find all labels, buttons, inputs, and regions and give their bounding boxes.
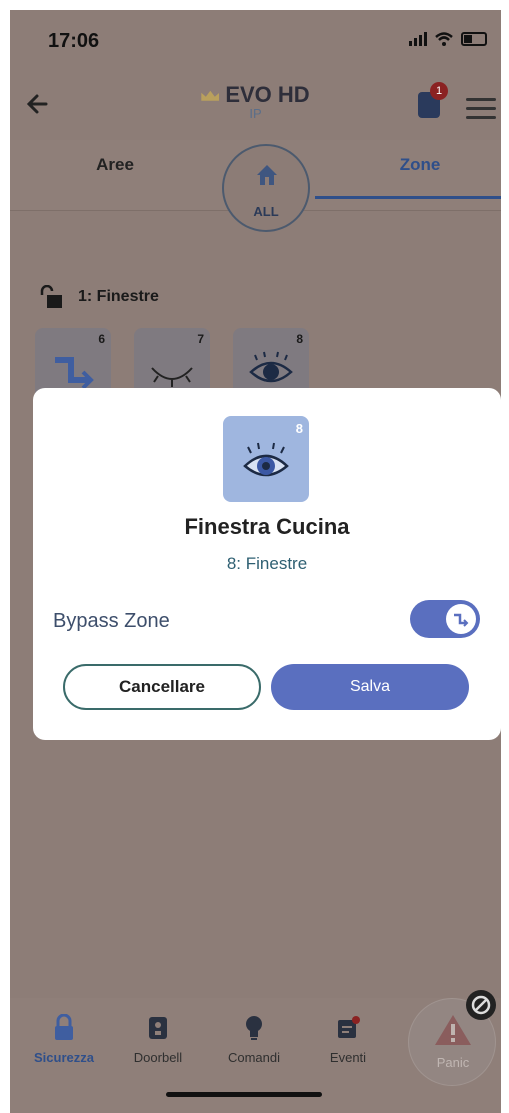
nav-sicurezza[interactable]: Sicurezza [24,1014,104,1065]
nav-comandi[interactable]: Comandi [214,1014,294,1065]
hamburger-icon [466,98,496,101]
all-button[interactable]: ALL [222,144,310,232]
status-bar: 17:06 [10,10,501,66]
app-header: EVO HD IP 1 [10,68,501,138]
wifi-icon [435,32,453,46]
bypass-icon [55,357,94,390]
panic-label: Panic [436,1055,470,1070]
area-label: 1: Finestre [78,288,159,305]
dialog-title: Finestra Cucina [184,514,350,539]
eye-closed-icon [151,367,193,387]
eye-icon [243,442,289,477]
nav-label: Doorbell [133,1050,183,1065]
nav-label: Eventi [329,1050,367,1065]
area-row: 1: Finestre [38,284,159,310]
tab-zone[interactable]: Zone [380,155,460,175]
tile-number: 8 [296,332,303,346]
events-icon [338,1016,360,1038]
home-indicator [166,1092,322,1097]
dialog-zone-tile: 8 [223,416,309,502]
status-time: 17:06 [48,30,100,52]
cancel-button[interactable]: Cancellare [63,664,261,710]
open-lock-icon [40,285,62,308]
nav-eventi[interactable]: Eventi [308,1014,388,1065]
all-label: ALL [253,204,279,219]
doorbell-icon [149,1017,167,1039]
dialog-subtitle: 8: Finestre [226,554,308,573]
nav-label: Comandi [227,1050,281,1065]
dialog-tile-number: 8 [295,421,303,436]
house-icon [257,165,277,185]
phone-screen: 17:06 EVO HD IP 1 Aree Zone ALL 1: Fines… [10,10,501,1113]
nav-doorbell[interactable]: Doorbell [118,1014,198,1065]
eye-icon [249,351,293,383]
bulb-icon [246,1016,262,1040]
bypass-toggle[interactable] [410,600,480,638]
crown-icon [201,90,220,101]
battery-icon [461,32,487,46]
menu-button[interactable] [466,98,496,120]
disabled-badge-icon [466,990,496,1020]
tile-number: 7 [197,332,204,346]
tile-number: 6 [98,332,105,346]
save-button[interactable]: Salva [271,664,469,710]
tab-active-indicator [315,196,501,199]
zone-dialog: 8 Finestra Cucina 8: Finestre Bypass Zon… [33,388,501,740]
toggle-knob [446,604,476,634]
app-title: EVO HD [225,82,310,107]
notification-badge: 1 [430,82,448,100]
nav-label: Sicurezza [34,1050,94,1065]
bypass-icon [454,613,469,627]
tab-aree[interactable]: Aree [80,155,150,175]
status-icons [409,32,487,46]
bypass-label: Bypass Zone [53,610,170,632]
padlock-icon [55,1014,73,1040]
signal-icon [409,32,427,46]
